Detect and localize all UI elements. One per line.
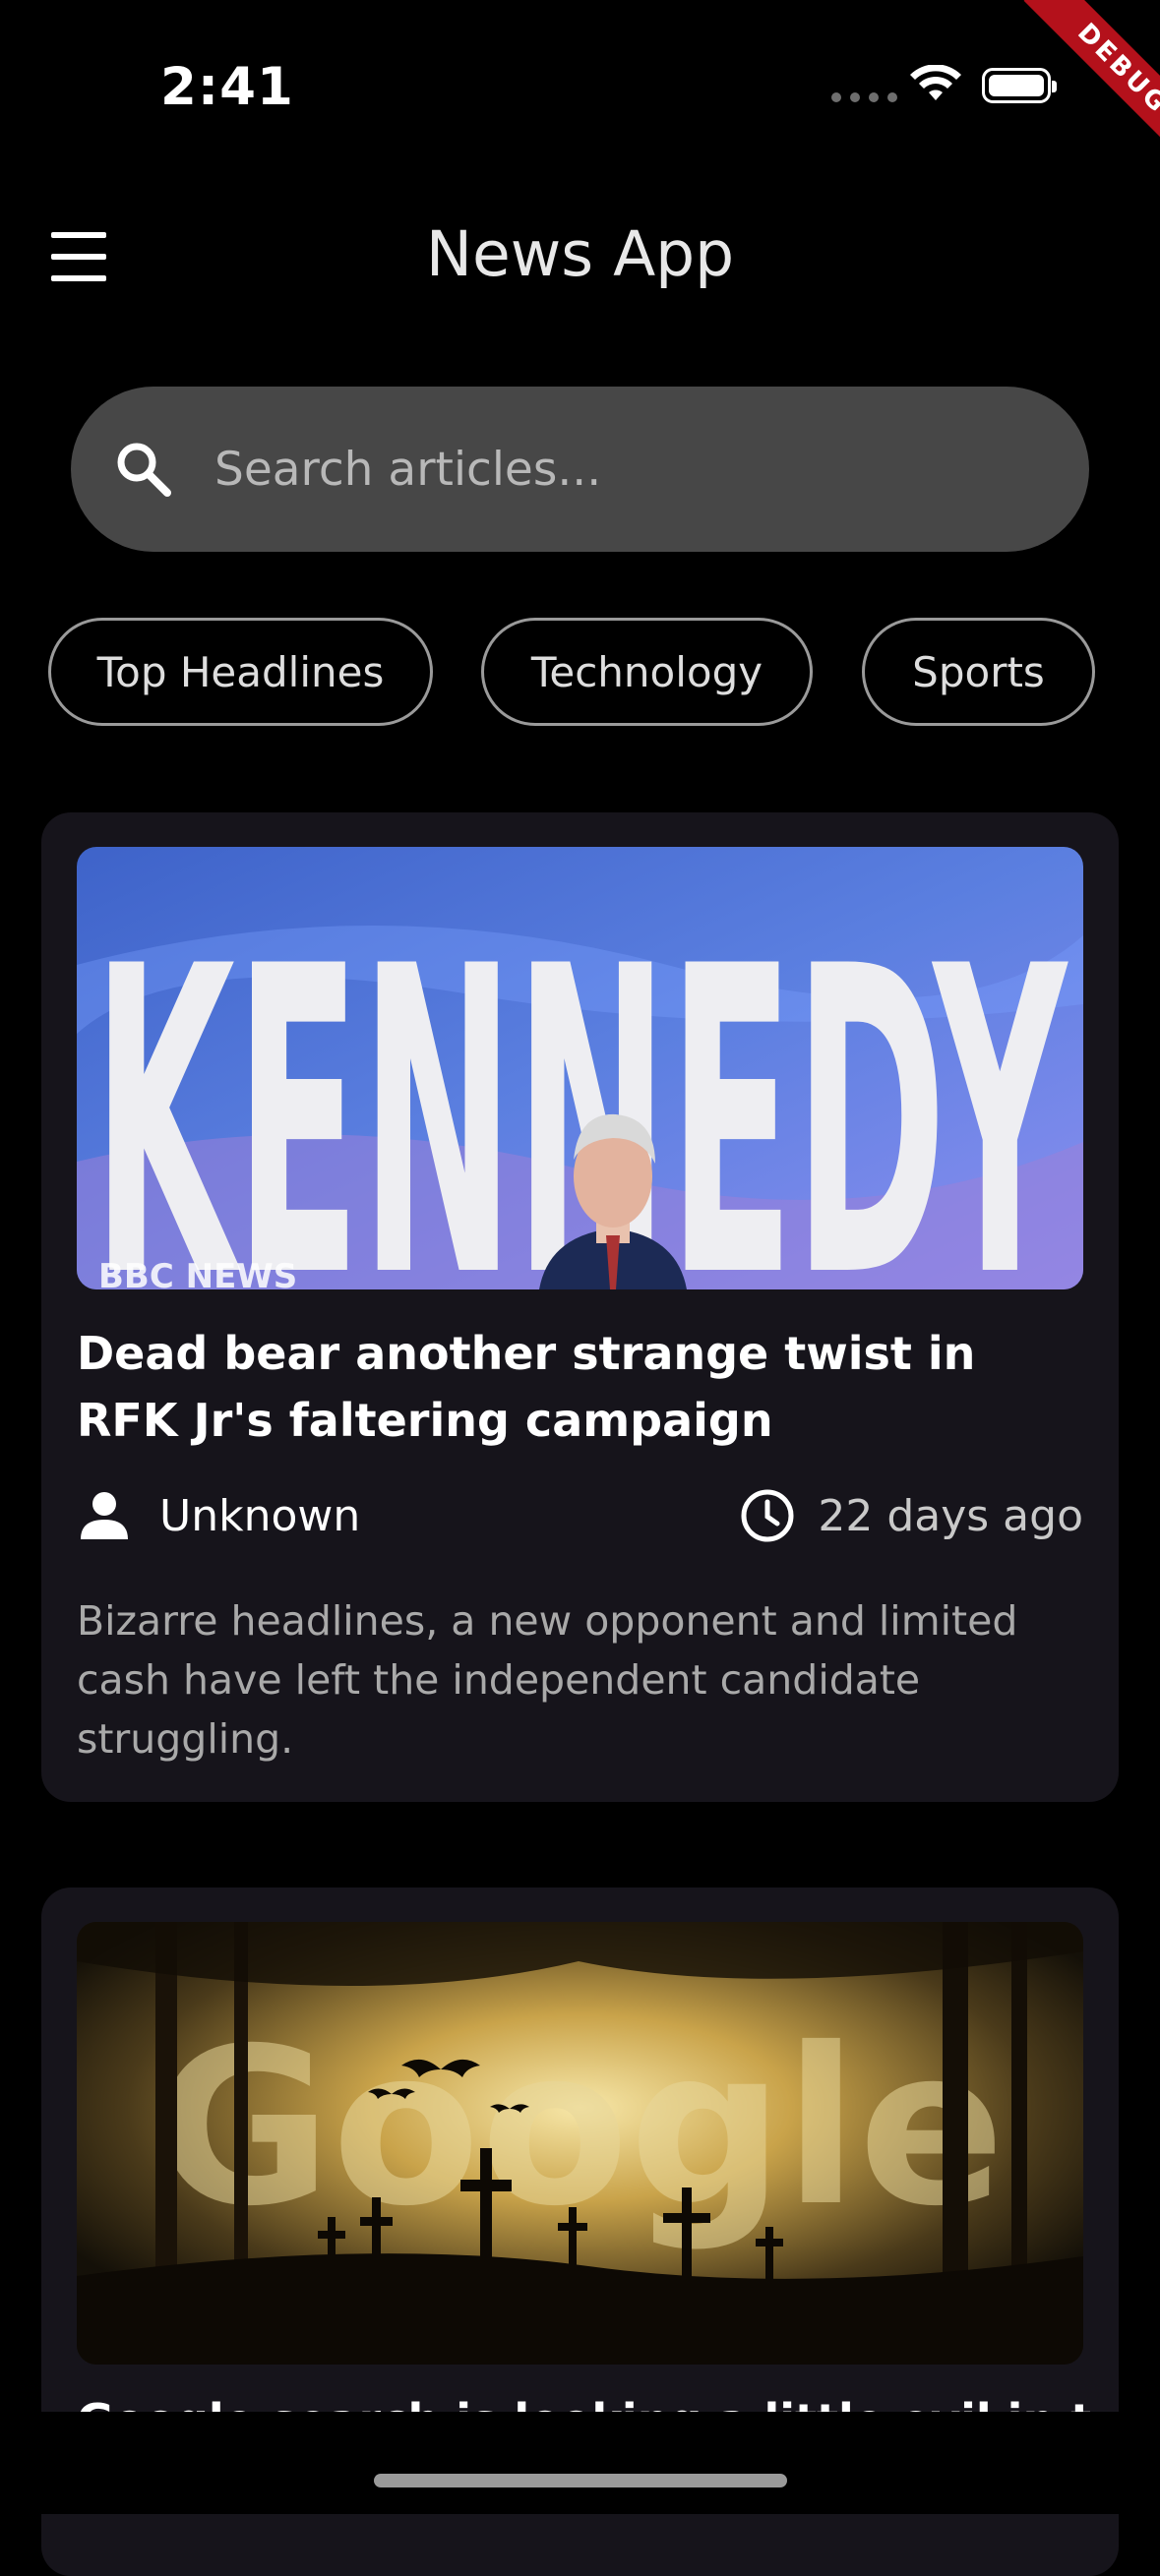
chip-top-headlines[interactable]: Top Headlines xyxy=(48,618,433,726)
person-icon xyxy=(81,1492,128,1539)
google-logo-text: Google xyxy=(154,2002,1006,2253)
chip-technology[interactable]: Technology xyxy=(481,618,813,726)
article-author: Unknown xyxy=(159,1490,361,1541)
status-time: 2:41 xyxy=(160,57,294,117)
wifi-icon xyxy=(910,65,961,100)
chip-sports[interactable]: Sports xyxy=(862,618,1095,726)
article-time: 22 days ago xyxy=(818,1490,1083,1541)
app-title: News App xyxy=(425,218,735,290)
kennedy-banner-text: KENNEDY xyxy=(92,878,1068,1289)
clock-icon xyxy=(741,1489,794,1542)
article-description: Bizarre headlines, a new opponent and li… xyxy=(77,1597,1018,1763)
article-image: KENNEDY BBC NEWS xyxy=(77,847,1083,1289)
search-icon xyxy=(117,443,171,497)
home-indicator[interactable] xyxy=(374,2474,787,2487)
cellular-signal-icon xyxy=(831,92,897,102)
bottom-safe-area xyxy=(0,2412,1160,2514)
article-card[interactable]: KENNEDY BBC NEWS Dead bear another stran… xyxy=(41,812,1119,1802)
debug-banner: DEBUG xyxy=(983,0,1160,177)
bbc-news-watermark: BBC NEWS xyxy=(98,1257,297,1289)
search-bar[interactable] xyxy=(71,387,1089,552)
article-meta: Unknown 22 days ago xyxy=(77,1481,1083,1550)
debug-label: DEBUG xyxy=(1023,0,1160,168)
search-input[interactable] xyxy=(213,441,1004,498)
article-image: Google xyxy=(77,1922,1083,2365)
article-title[interactable]: Dead bear another strange twist in RFK J… xyxy=(77,1320,1080,1454)
